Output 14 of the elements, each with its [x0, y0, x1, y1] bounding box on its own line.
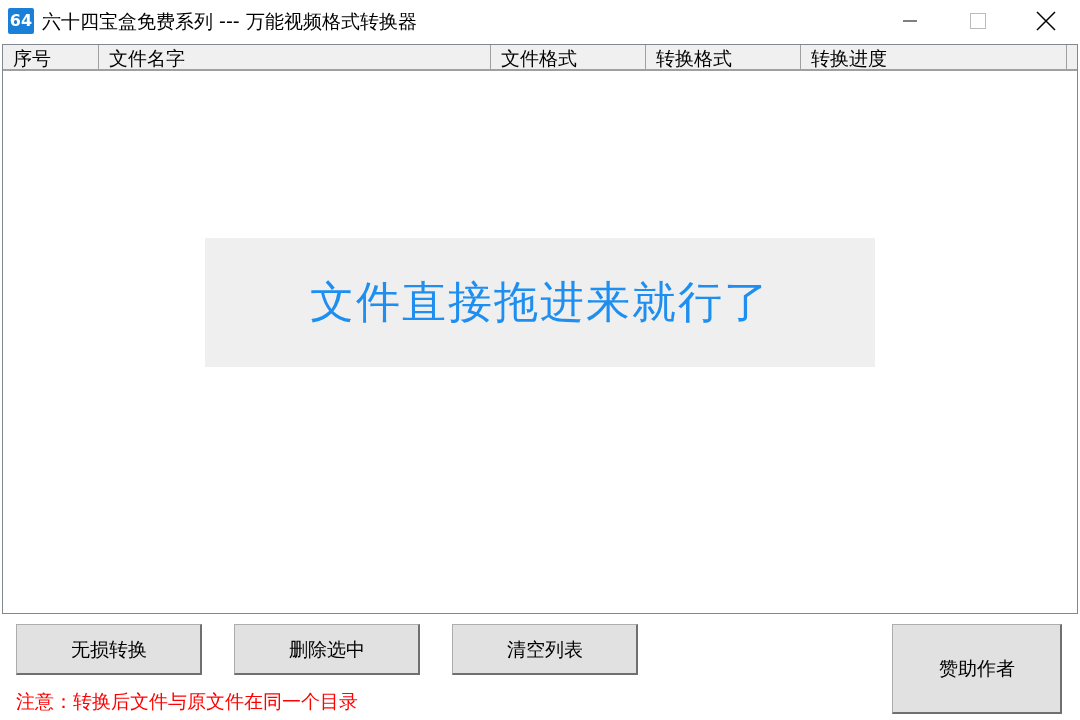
- column-header[interactable]: 文件格式: [491, 45, 646, 69]
- action-button[interactable]: 清空列表: [452, 624, 638, 675]
- window-title: 六十四宝盒免费系列 --- 万能视频格式转换器: [42, 8, 418, 34]
- action-button[interactable]: 删除选中: [234, 624, 420, 675]
- action-button[interactable]: 无损转换: [16, 624, 202, 675]
- drop-hint: 文件直接拖进来就行了: [205, 237, 875, 367]
- column-header[interactable]: 序号: [3, 45, 99, 69]
- app-icon: 64: [8, 8, 34, 34]
- column-header[interactable]: 转换进度: [801, 45, 1067, 69]
- sponsor-button[interactable]: 赞助作者: [892, 624, 1062, 714]
- column-header[interactable]: 转换格式: [646, 45, 801, 69]
- column-header[interactable]: 文件名字: [99, 45, 491, 69]
- note-text: 注意：转换后文件与原文件在同一个目录: [16, 689, 359, 714]
- file-list[interactable]: 序号 文件名字 文件格式 转换格式 转换进度 文件直接拖进来就行了: [2, 44, 1078, 614]
